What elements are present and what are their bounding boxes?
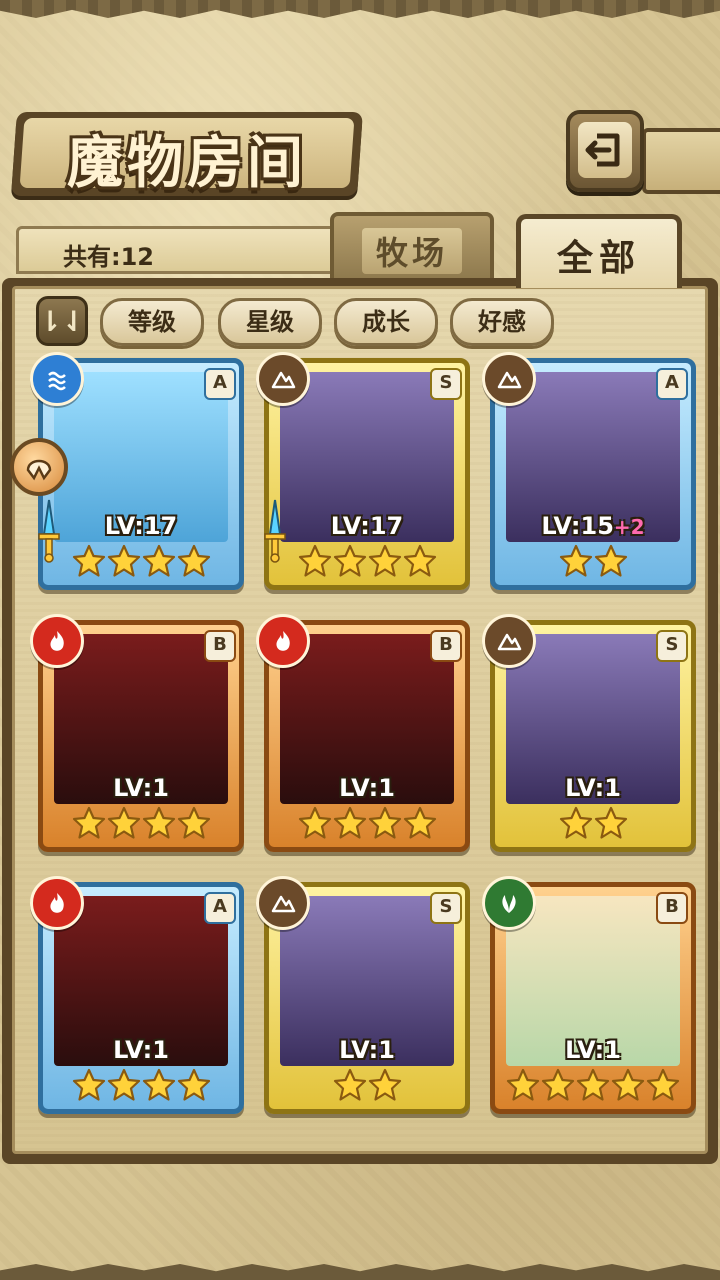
star-icon: [142, 544, 175, 577]
monster-count: 共有:12: [63, 243, 154, 271]
star-icon: [333, 1068, 366, 1101]
rank-badge: B: [656, 892, 688, 924]
star-icon: [177, 544, 210, 577]
water-element-icon: [30, 352, 84, 406]
earth-element-icon: [256, 352, 310, 406]
star-icon: [177, 1068, 210, 1101]
star-icon: [368, 1068, 401, 1101]
star-icon: [403, 544, 436, 577]
star-icon: [142, 1068, 175, 1101]
star-icon: [506, 1068, 540, 1101]
star-icon: [576, 1068, 610, 1101]
page-title: 魔物房间: [67, 131, 307, 196]
tab-ranch[interactable]: 牧场: [330, 212, 494, 278]
monster-card[interactable]: S LV:17: [256, 352, 470, 590]
monster-card[interactable]: S LV:1: [482, 614, 696, 852]
fire-element-icon: [256, 614, 310, 668]
level-label: LV:17: [104, 512, 178, 540]
star-icon: [107, 544, 140, 577]
star-icon: [72, 806, 105, 839]
back-button-rail: [642, 128, 720, 194]
level-label: LV:1: [339, 1036, 395, 1064]
level-label: LV:1: [565, 1036, 621, 1064]
rank-badge: A: [204, 892, 236, 924]
star-icon: [559, 806, 592, 839]
star-rating: [264, 806, 470, 846]
star-icon: [72, 1068, 105, 1101]
title-banner: 魔物房间: [11, 112, 363, 196]
earth-element-icon: [256, 876, 310, 930]
monster-card[interactable]: A LV:15+2: [482, 352, 696, 590]
wind-element-icon: [482, 876, 536, 930]
level-label: LV:1: [339, 774, 395, 802]
rank-badge: A: [656, 368, 688, 400]
level-label: LV:15+2: [541, 512, 645, 540]
star-icon: [177, 806, 210, 839]
rank-badge: B: [430, 630, 462, 662]
star-icon: [611, 1068, 645, 1101]
fire-element-icon: [30, 614, 84, 668]
monster-count-bar: 共有:12: [16, 226, 346, 274]
level-label: LV:17: [330, 512, 404, 540]
rank-badge: B: [204, 630, 236, 662]
star-rating: [38, 544, 244, 584]
level-label: LV:1: [565, 774, 621, 802]
star-rating: [490, 544, 696, 584]
fire-element-icon: [30, 876, 84, 930]
sort-order-icon: ⇂⇃: [38, 304, 86, 338]
monster-card[interactable]: B LV:1: [256, 614, 470, 852]
tab-all-label: 全部: [556, 238, 641, 279]
monster-card[interactable]: B LV:1: [30, 614, 244, 852]
star-icon: [107, 806, 140, 839]
star-rating: [38, 806, 244, 846]
star-icon: [594, 806, 627, 839]
star-icon: [107, 1068, 140, 1101]
star-icon: [368, 806, 401, 839]
earth-element-icon: [482, 352, 536, 406]
sort-order-toggle[interactable]: ⇂⇃: [36, 296, 88, 346]
star-rating: [264, 1068, 470, 1108]
star-icon: [594, 544, 627, 577]
star-icon: [298, 806, 331, 839]
filter-star-button[interactable]: 星级: [218, 298, 322, 346]
earth-element-icon: [482, 614, 536, 668]
rank-badge: A: [204, 368, 236, 400]
filter-growth-button[interactable]: 成长: [334, 298, 438, 346]
rank-badge: S: [430, 368, 462, 400]
tab-ranch-label: 牧场: [361, 228, 462, 274]
star-rating: [490, 806, 696, 846]
back-button[interactable]: [566, 110, 644, 192]
star-icon: [541, 1068, 575, 1101]
star-rating: [490, 1068, 696, 1108]
level-bonus: +2: [613, 515, 645, 539]
star-icon: [646, 1068, 680, 1101]
tab-all[interactable]: 全部: [516, 214, 682, 288]
star-icon: [403, 806, 436, 839]
star-icon: [333, 544, 366, 577]
star-icon: [368, 544, 401, 577]
star-icon: [72, 544, 105, 577]
rank-badge: S: [656, 630, 688, 662]
star-icon: [142, 806, 175, 839]
monster-card[interactable]: S LV:1: [256, 876, 470, 1114]
star-icon: [559, 544, 592, 577]
star-icon: [298, 544, 331, 577]
star-icon: [333, 806, 366, 839]
monster-card[interactable]: A LV:1: [30, 876, 244, 1114]
level-label: LV:1: [113, 774, 169, 802]
star-rating: [38, 1068, 244, 1108]
rank-badge: S: [430, 892, 462, 924]
star-rating: [264, 544, 470, 584]
level-label: LV:1: [113, 1036, 169, 1064]
back-arrow-icon: [585, 133, 620, 167]
monster-card[interactable]: A LV:17: [30, 352, 244, 590]
guide-mascot-icon[interactable]: [10, 438, 68, 496]
monster-card[interactable]: B LV:1: [482, 876, 696, 1114]
filter-level-button[interactable]: 等级: [100, 298, 204, 346]
filter-affection-button[interactable]: 好感: [450, 298, 554, 346]
